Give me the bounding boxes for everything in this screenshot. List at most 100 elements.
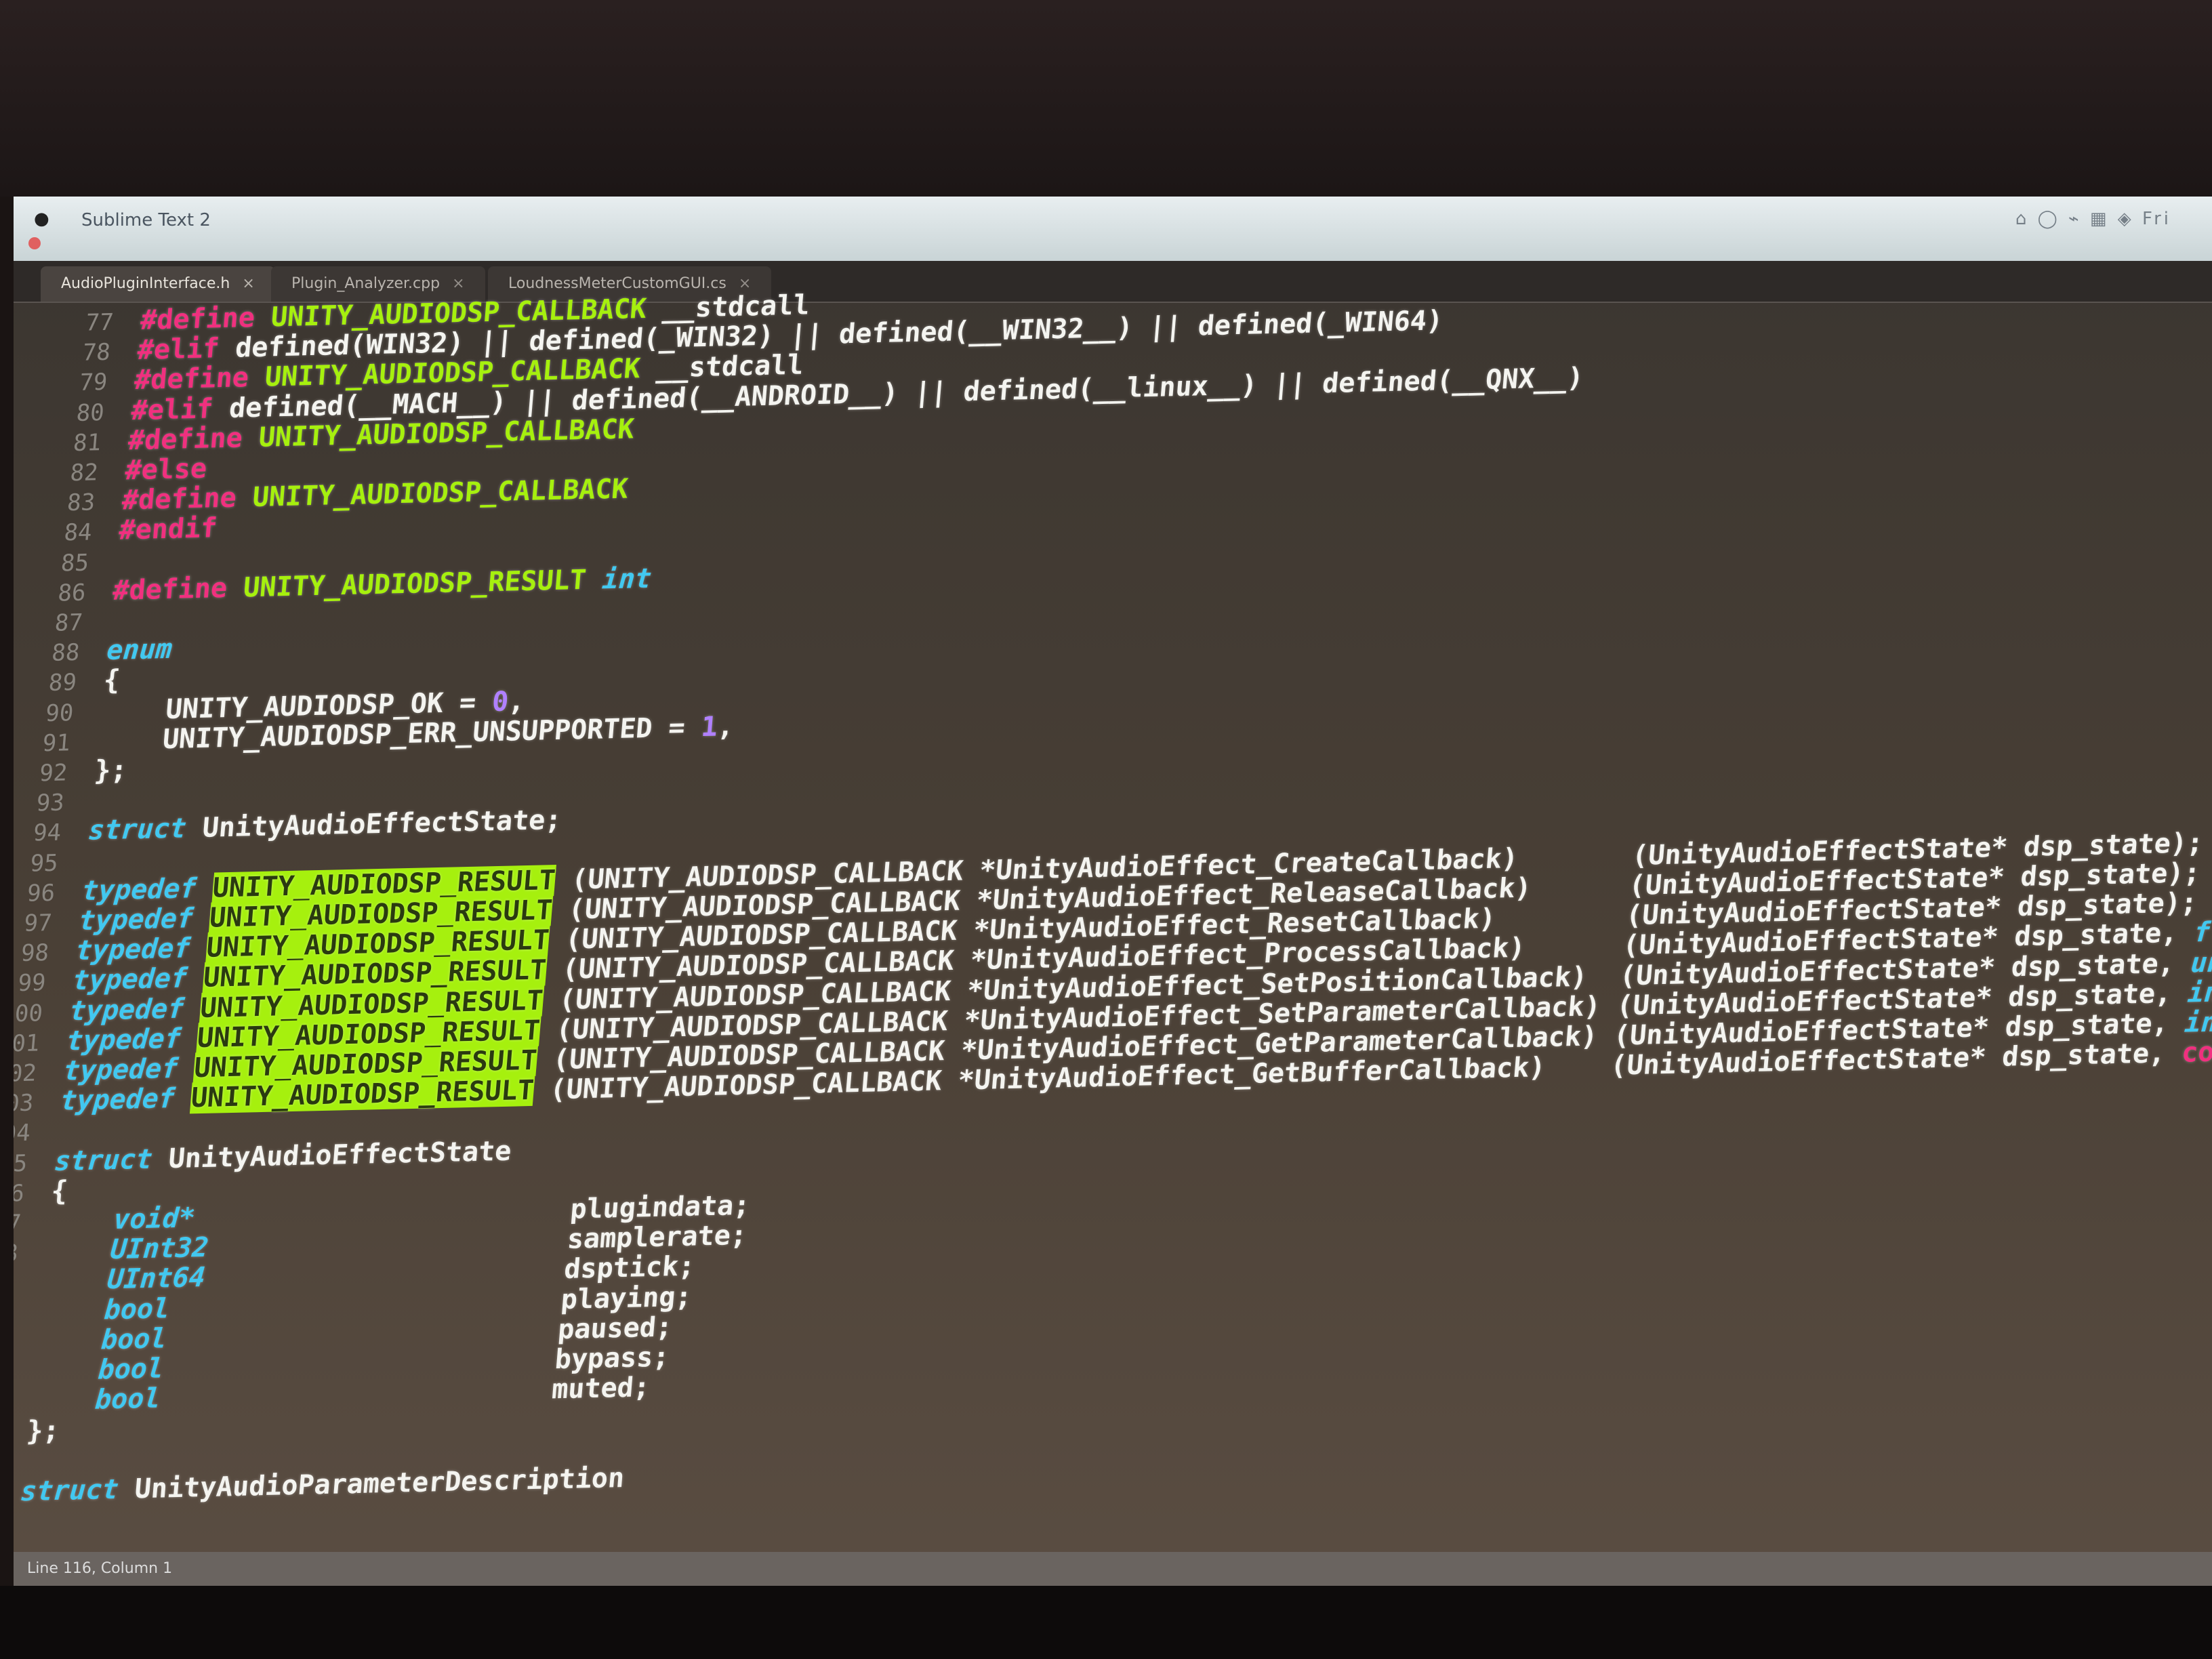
menubar-status-icons: ⌂ ◯ ⌁ ▦ ◈ Fri — [2015, 209, 2171, 229]
code-token: bool — [37, 1292, 171, 1328]
code-token: UInt64 — [41, 1262, 207, 1297]
code-token: #define — [121, 482, 254, 516]
code-token: typedef — [59, 1082, 192, 1117]
line-number: 95 — [28, 849, 60, 878]
line-number: 80 — [75, 398, 106, 427]
apple-menu-icon[interactable]: ● — [34, 209, 50, 229]
line-number: 105 — [14, 1149, 28, 1178]
line-number: 103 — [14, 1089, 35, 1118]
line-number: 90 — [44, 699, 75, 727]
code-token: UNITY_AUDIODSP_RESULT — [190, 1075, 535, 1114]
code-line[interactable]: 92}; — [14, 754, 129, 787]
code-token: __stdcall — [638, 349, 805, 385]
code-token: #define — [133, 361, 266, 396]
line-number: 89 — [47, 669, 78, 697]
code-token: struct — [19, 1473, 136, 1508]
code-token: #else — [123, 453, 209, 487]
close-tab-icon[interactable]: × — [242, 275, 254, 292]
code-token: #endif — [117, 512, 219, 546]
code-line[interactable]: 95 — [14, 846, 87, 878]
code-token: typedef — [75, 932, 208, 967]
code-line[interactable]: 105 struct UnityAudioEffectState — [14, 1135, 513, 1178]
line-number: 104 — [14, 1120, 32, 1148]
code-line[interactable]: 88 enum — [18, 634, 173, 668]
code-token: #elif — [136, 332, 237, 367]
code-token: UnityAudioEffectState — [167, 1135, 513, 1174]
line-number: 92 — [38, 759, 68, 787]
code-line[interactable]: 84 #endif — [30, 512, 219, 548]
tab-audioplugininterface[interactable]: AudioPluginInterface.h × — [41, 266, 275, 302]
code-token: struct — [87, 813, 204, 847]
line-number: 79 — [78, 369, 108, 397]
close-tab-icon[interactable]: × — [452, 275, 464, 292]
code-line[interactable]: 106 { — [14, 1175, 69, 1208]
window-title: Sublime Text 2 — [81, 210, 211, 230]
line-number: 83 — [66, 489, 96, 517]
code-token: UnityAudioEffectState; — [201, 804, 563, 844]
line-number: 109 — [14, 1269, 16, 1298]
room-background — [0, 0, 2212, 197]
line-number: 82 — [69, 459, 100, 487]
code-token: #elif — [129, 392, 231, 426]
code-token: #define — [127, 422, 260, 457]
room-floor — [0, 1586, 2212, 1659]
code-token: #define — [139, 302, 272, 336]
code-line[interactable]: 115 — [14, 1447, 25, 1479]
code-token: }; — [93, 754, 129, 787]
line-number: 84 — [62, 518, 94, 547]
line-number: 96 — [26, 879, 56, 907]
code-line[interactable]: 116struct UnityAudioParameterDescription — [14, 1462, 626, 1509]
code-line[interactable]: 87 — [20, 606, 111, 638]
close-window-icon[interactable] — [28, 237, 41, 249]
code-line[interactable]: 104 — [14, 1116, 59, 1148]
code-editor[interactable]: 77 #define UNITY_AUDIODSP_CALLBACK __stdc… — [14, 253, 2212, 1545]
line-number: 86 — [56, 579, 87, 607]
code-line[interactable]: 86 #define UNITY_AUDIODSP_RESULT int — [24, 562, 653, 608]
code-token: int — [600, 562, 653, 596]
line-number: 94 — [32, 819, 62, 847]
line-number: 91 — [41, 729, 72, 758]
code-token: bool — [28, 1382, 162, 1418]
code-token: typedef — [65, 1022, 199, 1057]
code-line[interactable]: 93 — [14, 786, 93, 818]
code-token: UNITY_AUDIODSP_CALLBACK — [251, 473, 630, 514]
line-number: 99 — [16, 969, 47, 998]
code-token: #define — [111, 572, 245, 607]
status-text: Line 116, Column 1 — [27, 1560, 173, 1577]
code-token: { — [102, 664, 121, 697]
code-line[interactable]: 114}; — [14, 1415, 61, 1448]
line-number: 77 — [84, 308, 115, 337]
code-token: }; — [25, 1415, 61, 1448]
code-token: unsig — [2190, 945, 2212, 979]
code-token: { — [49, 1175, 69, 1207]
code-line[interactable]: 89 { — [14, 665, 121, 698]
code-token: typedef — [77, 902, 211, 937]
code-token: , — [507, 685, 527, 718]
projected-screen: ● Sublime Text 2 ⌂ ◯ ⌁ ▦ ◈ Fri AudioPlug… — [14, 197, 2212, 1586]
line-number: 108 — [14, 1240, 20, 1268]
line-number: 101 — [14, 1029, 41, 1058]
code-token: typedef — [68, 992, 202, 1027]
window-titlebar: ● Sublime Text 2 ⌂ ◯ ⌁ ▦ ◈ Fri — [14, 197, 2212, 261]
line-number: 93 — [35, 789, 66, 817]
line-number: 107 — [14, 1210, 22, 1238]
code-token: void* — [47, 1202, 197, 1237]
code-line[interactable]: 85 — [26, 546, 117, 577]
code-token: int — [2183, 1006, 2212, 1039]
code-token: struct — [53, 1143, 170, 1177]
code-token: UNITY_AUDIODSP_RESULT — [242, 564, 604, 604]
status-bar: Line 116, Column 1 — [14, 1552, 2212, 1586]
code-token: int — [2186, 976, 2212, 1009]
code-token: typedef — [81, 872, 214, 907]
line-number: 106 — [14, 1179, 26, 1208]
code-line[interactable]: 82 #else — [36, 453, 209, 488]
line-number: 88 — [50, 639, 81, 668]
code-token: typedef — [71, 962, 205, 997]
line-number: 100 — [14, 999, 44, 1028]
code-token: bool — [31, 1353, 165, 1387]
tab-label: Plugin_Analyzer.cpp — [291, 275, 441, 292]
tab-label: AudioPluginInterface.h — [61, 275, 230, 292]
line-number: 97 — [22, 909, 54, 937]
code-line[interactable]: 94 struct UnityAudioEffectState; — [14, 804, 563, 848]
code-token: bool — [35, 1323, 168, 1357]
